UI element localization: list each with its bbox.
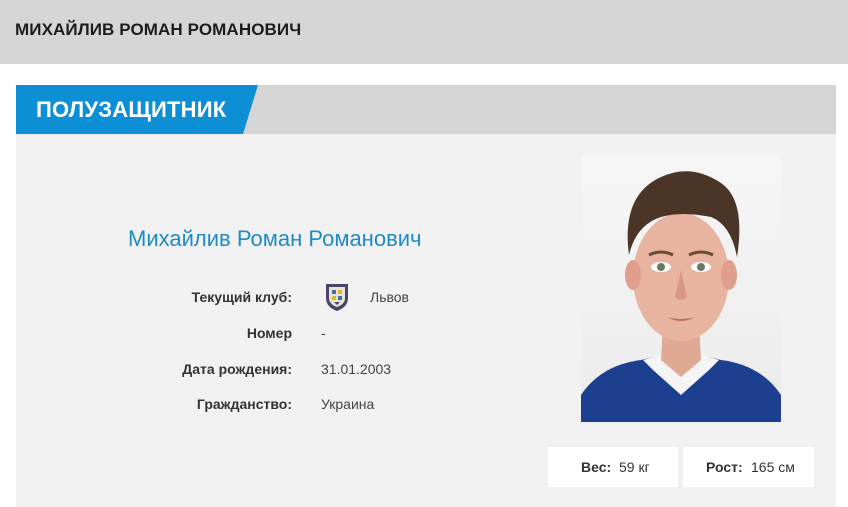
page-header: МИХАЙЛИВ РОМАН РОМАНОВИЧ <box>0 0 848 64</box>
position-header: ПОЛУЗАЩИТНИК <box>16 85 836 134</box>
birth-date-value: 31.01.2003 <box>321 361 392 377</box>
info-row-birth: Дата рождения: 31.01.2003 <box>32 357 592 381</box>
height-label: Рост: <box>706 459 743 475</box>
citizenship-label: Гражданство: <box>196 396 292 412</box>
info-row-citizenship: Гражданство: Украина <box>32 392 592 416</box>
player-card: ПОЛУЗАЩИТНИК Михайлив Роман Романович Те… <box>16 85 836 507</box>
page-title: МИХАЙЛИВ РОМАН РОМАНОВИЧ <box>15 20 302 39</box>
weight-box: Вес: 59 кг <box>548 447 678 487</box>
birth-date-label: Дата рождения: <box>182 361 292 377</box>
player-name: Михайлив Роман Романович <box>128 226 422 251</box>
citizenship-value: Украина <box>321 396 375 412</box>
club-label: Текущий клуб: <box>191 289 292 305</box>
number-value: - <box>321 325 326 341</box>
position-label: ПОЛУЗАЩИТНИК <box>36 97 227 122</box>
weight-label: Вес: <box>581 459 612 475</box>
weight-value: 59 кг <box>619 459 650 475</box>
number-label: Номер <box>246 325 292 341</box>
player-photo <box>581 155 781 422</box>
height-box: Рост: 165 см <box>683 447 814 487</box>
club-name-link[interactable]: Львов <box>370 289 409 305</box>
info-row-club: Текущий клуб: Львов <box>32 282 592 312</box>
position-tab: ПОЛУЗАЩИТНИК <box>16 85 258 134</box>
club-crest-icon[interactable] <box>324 282 350 312</box>
height-value: 165 см <box>751 459 795 475</box>
info-row-number: Номер - <box>32 321 592 345</box>
